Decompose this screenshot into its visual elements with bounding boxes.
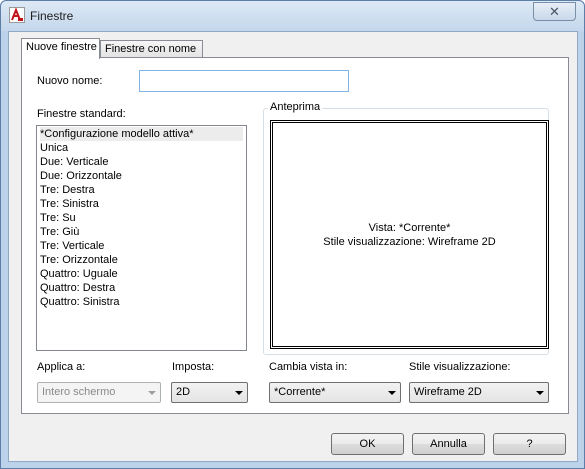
preview-area: Vista: *Corrente* Stile visualizzazione:…	[270, 120, 549, 349]
close-icon: ✕	[549, 3, 560, 19]
list-item[interactable]: *Configurazione modello attiva*	[40, 127, 243, 141]
list-item[interactable]: Quattro: Sinistra	[40, 295, 243, 309]
setup-value: 2D	[176, 386, 191, 398]
visual-style-label: Stile visualizzazione:	[409, 361, 511, 373]
list-item[interactable]: Tre: Verticale	[40, 239, 243, 253]
change-view-label: Cambia vista in:	[269, 361, 348, 373]
cancel-button[interactable]: Annulla	[412, 433, 485, 455]
chevron-down-icon	[235, 391, 243, 395]
close-button[interactable]: ✕	[533, 2, 576, 21]
title-bar[interactable]: Finestre ✕	[1, 1, 584, 31]
help-button[interactable]: ?	[493, 433, 566, 455]
dialog-client-area: Nuove finestre Finestre con nome Nuovo n…	[8, 31, 578, 462]
list-item[interactable]: Quattro: Uguale	[40, 267, 243, 281]
preview-group: Anteprima Vista: *Corrente* Stile visual…	[263, 101, 549, 355]
list-item[interactable]: Tre: Orizzontale	[40, 253, 243, 267]
visual-style-value: Wireframe 2D	[414, 386, 482, 398]
list-item[interactable]: Unica	[40, 141, 243, 155]
preview-style-text: Stile visualizzazione: Wireframe 2D	[323, 235, 496, 248]
list-item[interactable]: Tre: Destra	[40, 183, 243, 197]
standard-viewports-list[interactable]: *Configurazione modello attiva* Unica Du…	[36, 125, 247, 351]
list-item[interactable]: Due: Verticale	[40, 155, 243, 169]
tab-panel: Nuovo nome: Finestre standard: *Configur…	[21, 57, 569, 414]
visual-style-dropdown[interactable]: Wireframe 2D	[409, 382, 549, 403]
autocad-icon	[9, 7, 25, 23]
new-name-label: Nuovo nome:	[37, 75, 103, 87]
tab-nuove-finestre[interactable]: Nuove finestre	[21, 38, 100, 59]
setup-label: Imposta:	[172, 361, 215, 373]
preview-label: Anteprima	[268, 101, 323, 113]
preview-view-text: Vista: *Corrente*	[368, 221, 451, 234]
list-item[interactable]: Tre: Sinistra	[40, 197, 243, 211]
window-title: Finestre	[30, 9, 74, 23]
chevron-down-icon	[536, 391, 544, 395]
list-item[interactable]: Tre: Giù	[40, 225, 243, 239]
dialog-window: Finestre ✕ Nuove finestre Finestre con n…	[0, 0, 585, 469]
change-view-dropdown[interactable]: *Corrente*	[269, 382, 401, 403]
tab-finestre-con-nome[interactable]: Finestre con nome	[100, 40, 203, 57]
standard-viewports-label: Finestre standard:	[37, 108, 126, 120]
apply-to-dropdown[interactable]: Intero schermo	[37, 382, 161, 403]
apply-to-value: Intero schermo	[42, 386, 116, 398]
setup-dropdown[interactable]: 2D	[171, 382, 248, 403]
list-item[interactable]: Tre: Su	[40, 211, 243, 225]
chevron-down-icon	[148, 391, 156, 395]
list-item[interactable]: Due: Orizzontale	[40, 169, 243, 183]
apply-to-label: Applica a:	[37, 361, 86, 373]
chevron-down-icon	[388, 391, 396, 395]
new-name-input[interactable]	[139, 70, 349, 92]
list-item[interactable]: Quattro: Destra	[40, 281, 243, 295]
change-view-value: *Corrente*	[274, 386, 326, 398]
ok-button[interactable]: OK	[331, 433, 404, 455]
